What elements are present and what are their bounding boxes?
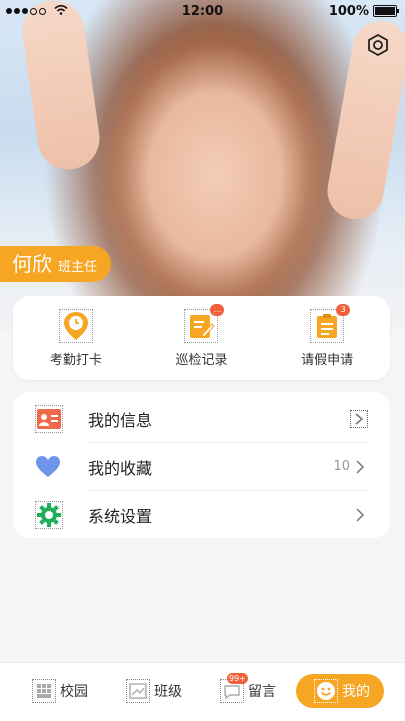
status-bar: 12:00 100% <box>0 0 405 22</box>
bottom-nav: 校园 班级 99+ 留言 我的 <box>0 662 405 721</box>
inspection-records-button[interactable]: … 巡检记录 <box>151 303 251 368</box>
tab-campus-label: 校园 <box>60 684 88 700</box>
chevron-right-icon <box>352 507 368 523</box>
quick-actions-card: 考勤打卡 … 巡检记录 3 请假申请 <box>13 296 390 380</box>
leave-request-button[interactable]: 3 请假申请 <box>277 303 377 368</box>
settings-button[interactable] <box>365 32 391 58</box>
hexagon-settings-icon <box>368 33 388 57</box>
class-icon <box>126 679 150 703</box>
status-time: 12:00 <box>181 3 224 19</box>
gear-icon <box>35 500 63 529</box>
attendance-checkin-label: 考勤打卡 <box>49 352 102 368</box>
leave-request-label: 请假申请 <box>301 352 354 368</box>
message-icon: 99+ <box>220 673 248 703</box>
tab-class[interactable]: 班级 <box>126 674 182 708</box>
tab-profile[interactable]: 我的 <box>296 674 384 708</box>
menu-item-my-info[interactable]: 我的信息 <box>13 395 390 442</box>
profile-role: 班主任 <box>58 260 98 275</box>
favorites-count: 10 <box>333 459 350 474</box>
menu-item-my-favorites[interactable]: 我的收藏 10 <box>13 443 390 490</box>
inspection-records-label: 巡检记录 <box>175 352 228 368</box>
tab-profile-label: 我的 <box>342 684 370 700</box>
battery-icon <box>373 5 399 17</box>
heart-icon <box>35 454 61 480</box>
menu-item-system-settings-label: 系统设置 <box>88 506 153 526</box>
profile-smile-icon <box>314 679 338 703</box>
location-clock-icon <box>58 308 93 343</box>
inspection-badge: … <box>210 303 225 316</box>
leave-badge: 3 <box>336 303 351 316</box>
hero-arm-left <box>18 0 104 174</box>
tab-class-label: 班级 <box>154 684 182 700</box>
chevron-right-icon <box>352 459 368 475</box>
menu-item-my-info-label: 我的信息 <box>88 410 153 430</box>
tab-messages-label: 留言 <box>248 684 276 700</box>
chevron-right-icon <box>350 409 368 428</box>
menu-list-card: 我的信息 我的收藏 10 系统设置 <box>13 392 390 538</box>
profile-name: 何欣 <box>12 252 52 276</box>
menu-item-my-favorites-label: 我的收藏 <box>88 458 153 478</box>
tab-messages[interactable]: 99+ 留言 <box>220 673 276 708</box>
profile-name-tag: 何欣 班主任 <box>0 246 112 282</box>
attendance-checkin-button[interactable]: 考勤打卡 <box>26 308 126 368</box>
id-card-icon <box>35 404 63 433</box>
leave-clipboard-icon: 3 <box>310 303 351 343</box>
menu-item-system-settings[interactable]: 系统设置 <box>13 491 390 538</box>
tab-campus[interactable]: 校园 <box>32 674 88 708</box>
campus-icon <box>32 679 56 703</box>
messages-badge: 99+ <box>227 673 248 684</box>
inspection-edit-icon: … <box>184 303 225 343</box>
